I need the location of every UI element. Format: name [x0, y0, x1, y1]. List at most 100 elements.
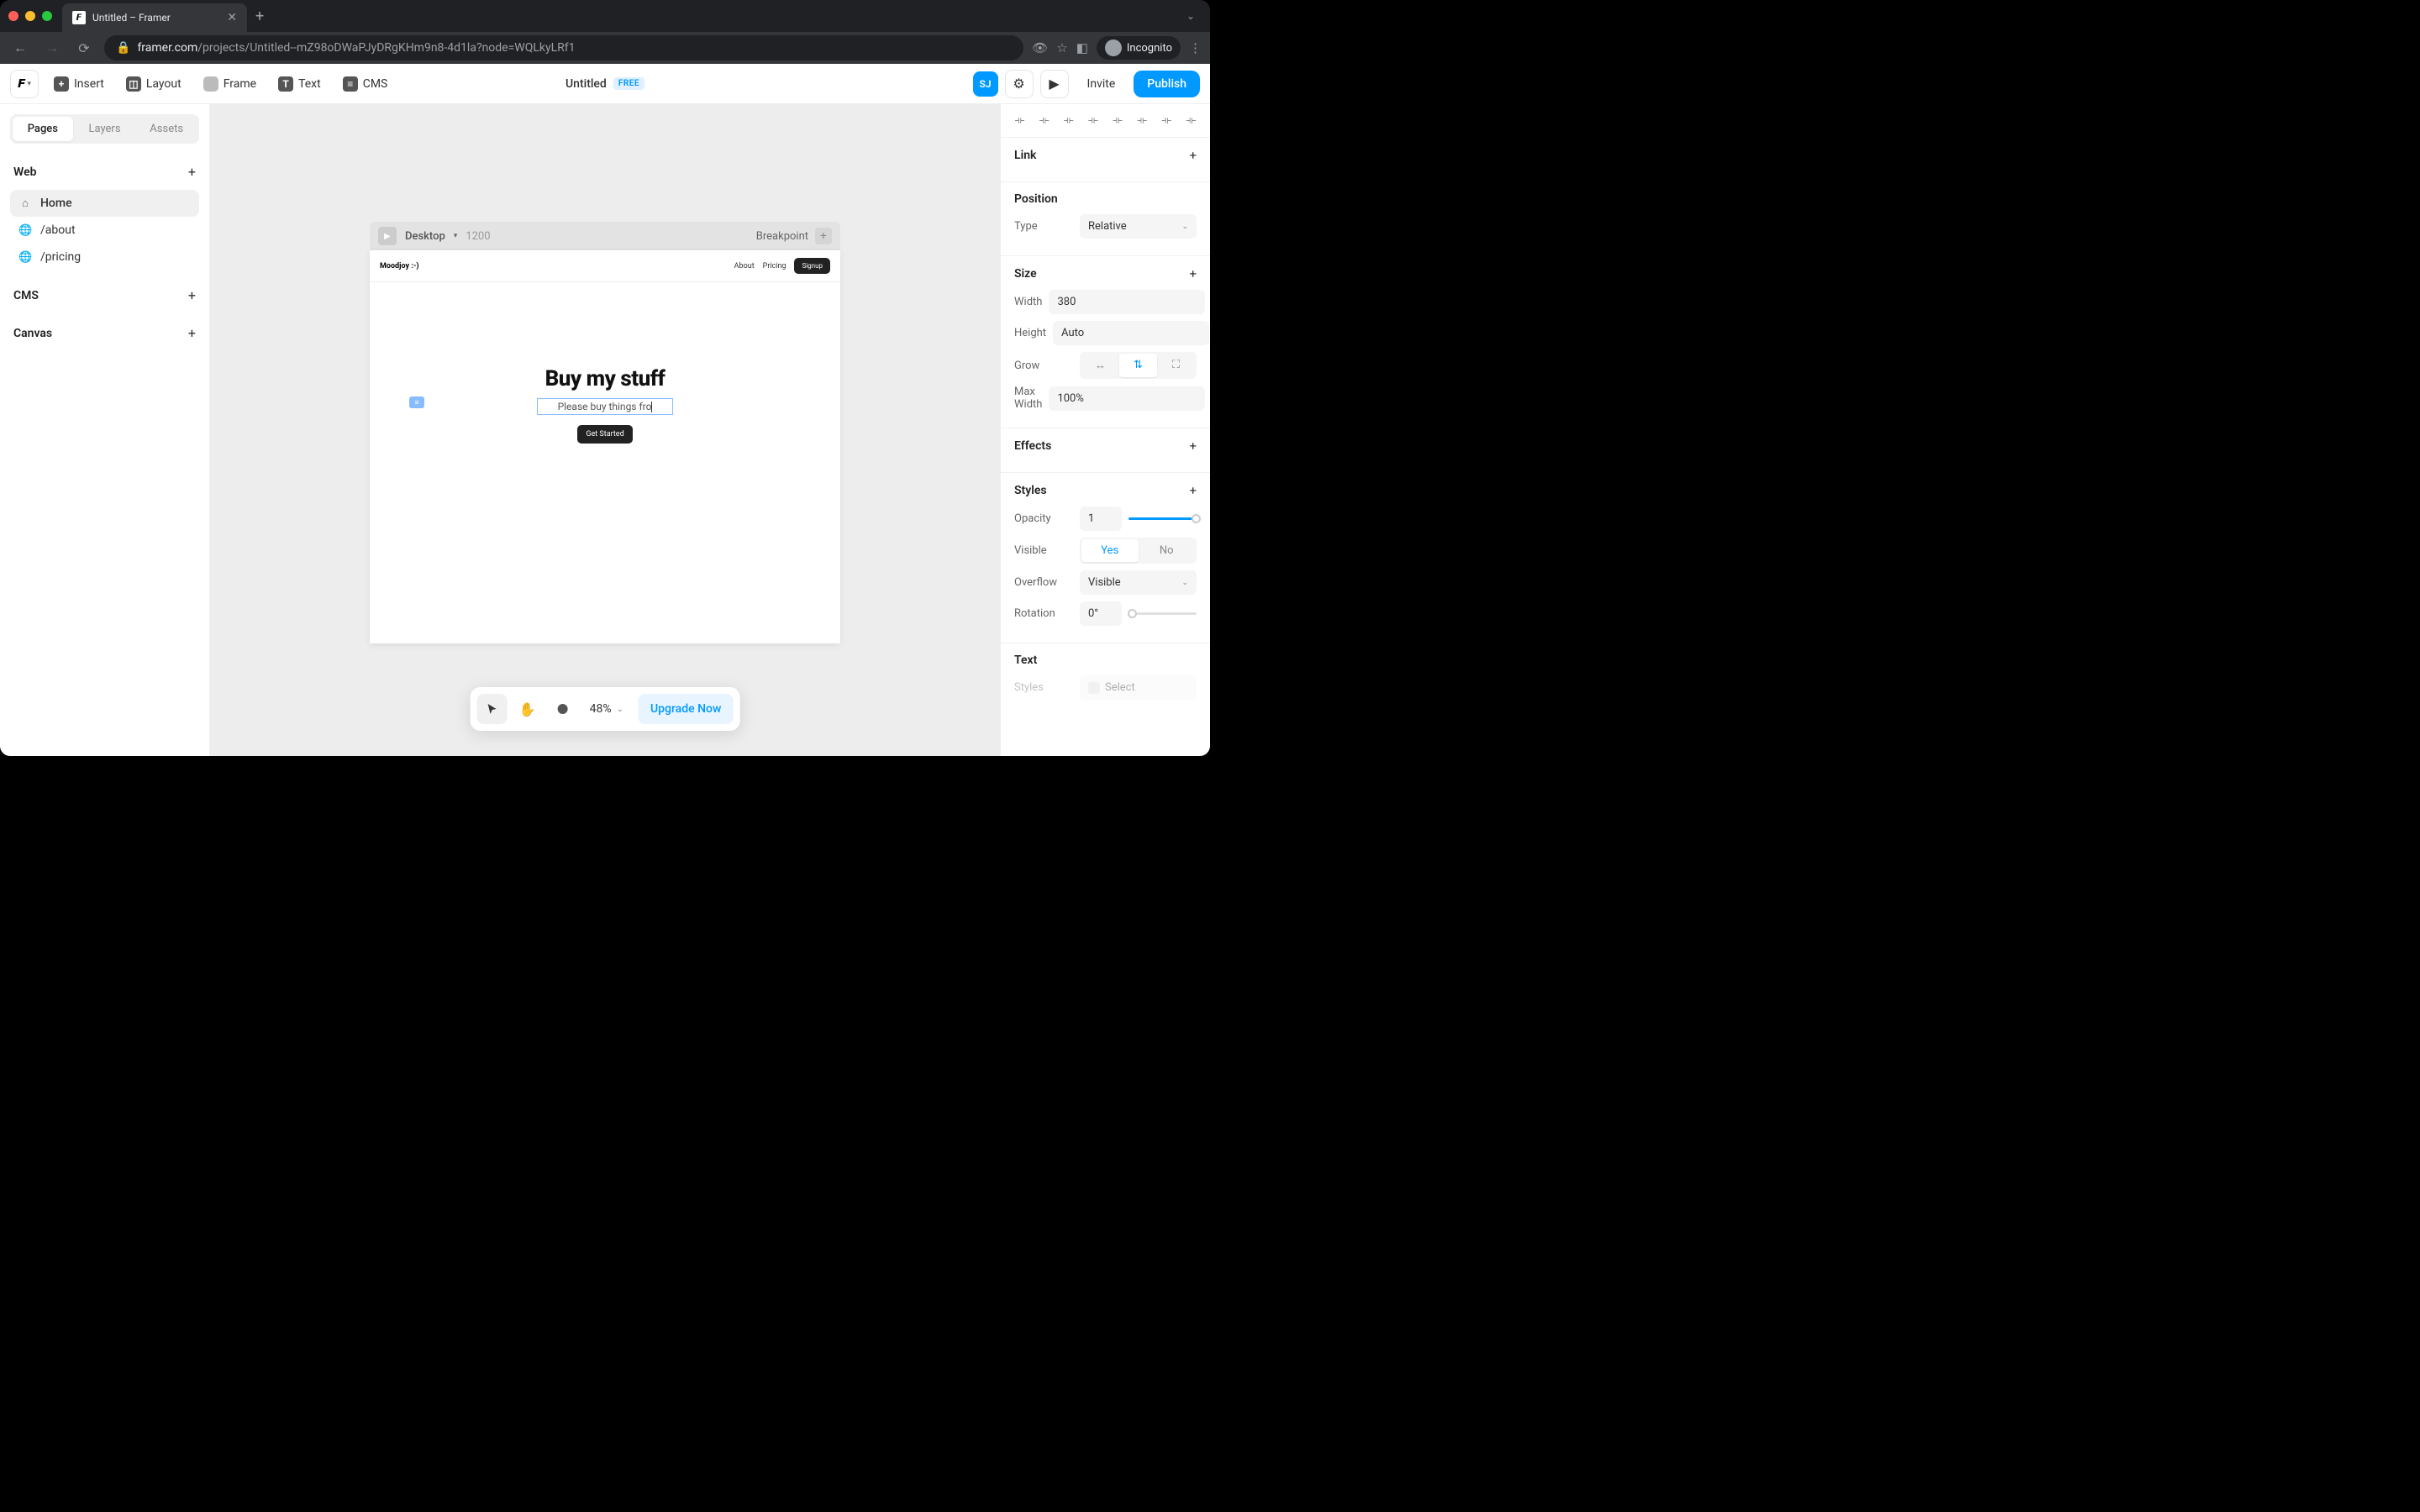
- tab-assets[interactable]: Assets: [136, 117, 197, 141]
- align-top-icon[interactable]: ⟛: [1086, 113, 1101, 129]
- forward-button[interactable]: →: [40, 39, 64, 56]
- tab-pages[interactable]: Pages: [13, 117, 73, 141]
- nav-link-pricing[interactable]: Pricing: [763, 262, 786, 270]
- invite-button[interactable]: Invite: [1076, 71, 1128, 97]
- select-tool[interactable]: [477, 694, 508, 724]
- browser-tab[interactable]: 𝙁 Untitled – Framer ✕: [62, 3, 247, 32]
- page-item-about[interactable]: 🌐 /about: [10, 217, 199, 244]
- right-panel: ⟛ ⟛ ⟛ ⟛ ⟛ ⟛ ⟛ ⟛ Link + Position: [1000, 104, 1210, 756]
- incognito-label: Incognito: [1127, 42, 1172, 55]
- layout-button[interactable]: ◫ Layout: [119, 71, 188, 97]
- hero-cta-button[interactable]: Get Started: [577, 425, 632, 444]
- overflow-label: Overflow: [1014, 576, 1073, 589]
- side-panel-icon[interactable]: ◧: [1076, 40, 1088, 55]
- user-avatar[interactable]: SJ: [973, 71, 998, 97]
- align-left-icon[interactable]: ⟛: [1013, 113, 1028, 129]
- insert-label: Insert: [74, 77, 104, 91]
- bookmark-icon[interactable]: ☆: [1056, 40, 1067, 55]
- maxwidth-input[interactable]: [1049, 386, 1205, 411]
- breakpoint-label[interactable]: Desktop: [405, 230, 445, 243]
- hand-tool[interactable]: ✋: [513, 694, 543, 724]
- rotation-input[interactable]: [1080, 601, 1122, 626]
- tabs-dropdown-icon[interactable]: ⌄: [1186, 10, 1195, 22]
- comment-tool[interactable]: [548, 694, 578, 724]
- visible-no[interactable]: No: [1139, 539, 1196, 562]
- overflow-select[interactable]: Visible ⌄: [1080, 570, 1197, 595]
- slider-thumb[interactable]: [1192, 514, 1201, 523]
- nav-signup-button[interactable]: Signup: [794, 258, 830, 274]
- add-size-button[interactable]: +: [1189, 266, 1197, 281]
- grow-vertical[interactable]: ⇅: [1119, 354, 1157, 377]
- rotation-slider[interactable]: [1128, 612, 1197, 615]
- new-tab-button[interactable]: +: [255, 8, 264, 25]
- opacity-slider[interactable]: [1128, 517, 1197, 520]
- settings-button[interactable]: ⚙: [1005, 70, 1034, 98]
- minimize-window-button[interactable]: [25, 11, 35, 21]
- selection-align-handle[interactable]: ≡: [409, 396, 424, 408]
- cms-button[interactable]: ≡ CMS: [336, 71, 395, 97]
- preview-frame-button[interactable]: ▶: [378, 227, 397, 245]
- hero-subtitle-text: Please buy things fro: [558, 401, 652, 412]
- eye-off-icon[interactable]: 👁: [1032, 40, 1048, 55]
- align-center-h-icon[interactable]: ⟛: [1037, 113, 1052, 129]
- height-input[interactable]: [1053, 321, 1209, 345]
- zoom-control[interactable]: 48% ⌄: [583, 702, 630, 716]
- canvas-frame-desktop[interactable]: Moodjoy :-) About Pricing Signup Buy my …: [370, 250, 840, 643]
- back-button[interactable]: ←: [8, 39, 32, 56]
- preview-button[interactable]: ▶: [1040, 70, 1069, 98]
- close-tab-icon[interactable]: ✕: [227, 11, 237, 24]
- position-type-select[interactable]: Relative ⌄: [1080, 214, 1197, 239]
- add-link-button[interactable]: +: [1189, 148, 1197, 163]
- distribute-h-icon[interactable]: ⟛: [1159, 113, 1174, 129]
- add-page-button[interactable]: +: [188, 164, 196, 180]
- link-title: Link: [1014, 149, 1036, 162]
- nav-link-about[interactable]: About: [734, 262, 755, 270]
- url-bar[interactable]: 🔒 framer.com/projects/Untitled--mZ98oDWa…: [104, 35, 1023, 60]
- add-canvas-button[interactable]: +: [188, 325, 196, 341]
- distribute-v-icon[interactable]: ⟛: [1183, 113, 1198, 129]
- breakpoint-width[interactable]: 1200: [466, 230, 490, 243]
- add-cms-button[interactable]: +: [188, 287, 196, 303]
- overflow-value: Visible: [1088, 576, 1121, 589]
- width-input[interactable]: [1049, 290, 1205, 314]
- maximize-window-button[interactable]: [42, 11, 52, 21]
- opacity-input[interactable]: [1080, 507, 1122, 531]
- align-center-v-icon[interactable]: ⟛: [1110, 113, 1125, 129]
- site-logo[interactable]: Moodjoy :-): [380, 262, 418, 270]
- reload-button[interactable]: ⟳: [72, 40, 96, 56]
- grow-horizontal[interactable]: ↔: [1081, 354, 1119, 377]
- url-domain: framer.com: [137, 41, 197, 55]
- frame-button[interactable]: Frame: [197, 71, 263, 97]
- tab-layers[interactable]: Layers: [75, 117, 135, 141]
- document-title[interactable]: Untitled: [566, 77, 607, 91]
- add-effect-button[interactable]: +: [1189, 438, 1197, 454]
- visible-label: Visible: [1014, 544, 1073, 557]
- styles-section: Styles + Opacity Visible Yes No Overfl: [1001, 473, 1210, 643]
- slider-thumb[interactable]: [1128, 609, 1137, 618]
- incognito-badge[interactable]: Incognito: [1097, 36, 1181, 60]
- page-item-home[interactable]: ⌂ Home: [10, 190, 199, 217]
- visible-yes[interactable]: Yes: [1081, 539, 1139, 562]
- add-style-button[interactable]: +: [1189, 483, 1197, 498]
- lock-icon: 🔒: [116, 41, 130, 55]
- browser-menu-icon[interactable]: ⋮: [1189, 40, 1202, 55]
- text-styles-select[interactable]: Select: [1080, 675, 1197, 700]
- hero-subtitle-editing[interactable]: Please buy things fro: [537, 398, 674, 415]
- browser-tab-bar: 𝙁 Untitled – Framer ✕ + ⌄: [0, 0, 1210, 32]
- text-button[interactable]: T Text: [271, 71, 328, 97]
- publish-button[interactable]: Publish: [1134, 71, 1200, 97]
- page-item-pricing[interactable]: 🌐 /pricing: [10, 244, 199, 270]
- canvas-area[interactable]: ▶ Desktop ▾ 1200 Breakpoint + Moodjoy :-…: [210, 104, 1000, 756]
- grow-both[interactable]: ⛶: [1157, 354, 1195, 377]
- hand-icon: ✋: [519, 701, 536, 717]
- hero-title[interactable]: Buy my stuff: [545, 366, 666, 391]
- add-breakpoint-button[interactable]: +: [815, 228, 832, 244]
- align-bottom-icon[interactable]: ⟛: [1134, 113, 1150, 129]
- align-right-icon[interactable]: ⟛: [1061, 113, 1076, 129]
- web-section: Web + ⌂ Home 🌐 /about 🌐 /pricing: [10, 159, 199, 270]
- insert-button[interactable]: + Insert: [47, 71, 111, 97]
- app-menu-button[interactable]: 𝙁 ▾: [10, 70, 39, 98]
- upgrade-button[interactable]: Upgrade Now: [639, 694, 733, 724]
- plus-icon: +: [54, 76, 69, 92]
- close-window-button[interactable]: [8, 11, 18, 21]
